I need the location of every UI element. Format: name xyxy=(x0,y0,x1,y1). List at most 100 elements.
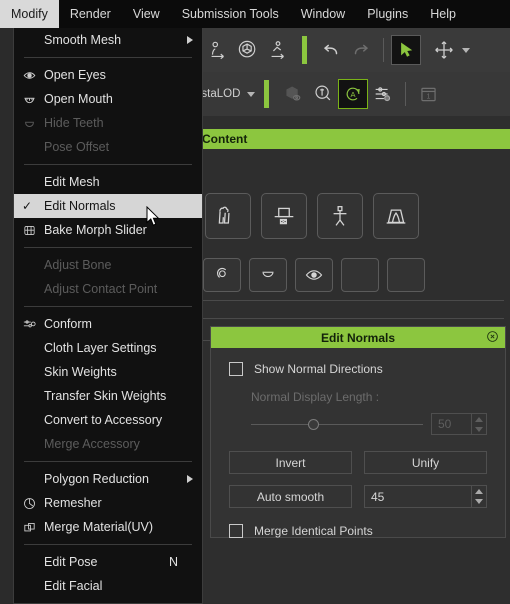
normal-display-length-spinner-arrows[interactable] xyxy=(471,414,486,434)
menu-item-label: Cloth Layer Settings xyxy=(44,341,157,355)
teeth-preset-icon[interactable] xyxy=(249,258,287,292)
normal-display-length-value: 50 xyxy=(438,417,452,431)
normals-action-row-1: Invert Unify xyxy=(229,451,487,474)
auto-smooth-button[interactable]: Auto smooth xyxy=(229,485,352,508)
menu-separator xyxy=(24,247,192,248)
menu-item-convert-to-accessory[interactable]: Convert to Accessory xyxy=(14,408,202,432)
menu-separator xyxy=(24,544,192,545)
menu-item-label: Edit Mesh xyxy=(44,175,100,189)
svg-text:1: 1 xyxy=(426,93,430,100)
menu-item-edit-mesh[interactable]: Edit Mesh xyxy=(14,170,202,194)
open-mouth-icon xyxy=(14,92,44,107)
modify-dropdown-menu: Smooth Mesh Open Eyes Open Mouth Hide Teeth… xyxy=(13,28,203,604)
menu-item-label: Merge Accessory xyxy=(44,437,140,451)
settings-sliders-icon[interactable] xyxy=(368,79,398,109)
unify-button[interactable]: Unify xyxy=(364,451,487,474)
undo-icon[interactable] xyxy=(316,35,346,65)
menu-item-label: Hide Teeth xyxy=(44,116,104,130)
menu-item-edit-pose[interactable]: Edit Pose N xyxy=(14,550,202,574)
menubar-item-window[interactable]: Window xyxy=(290,0,356,28)
move-tool-dropdown-caret[interactable] xyxy=(462,47,470,53)
object-transform-icon[interactable] xyxy=(233,35,263,65)
svg-text:A: A xyxy=(351,90,356,99)
content-header-bar: Content xyxy=(195,129,510,149)
eye-icon xyxy=(14,68,44,83)
spinner-up-arrow-icon[interactable] xyxy=(475,416,483,422)
menubar-item-help[interactable]: Help xyxy=(419,0,467,28)
menu-item-label: Remesher xyxy=(44,496,102,510)
menu-item-open-eyes[interactable]: Open Eyes xyxy=(14,63,202,87)
hide-object-icon[interactable] xyxy=(278,79,308,109)
menu-separator xyxy=(24,164,192,165)
conform-icon xyxy=(14,317,44,332)
instalod-dropdown-caret[interactable] xyxy=(247,91,256,97)
menu-item-smooth-mesh[interactable]: Smooth Mesh xyxy=(14,28,202,52)
hair-preset-icon[interactable] xyxy=(203,258,241,292)
figure-preset-icon[interactable] xyxy=(317,193,363,239)
normal-display-length-spinner[interactable]: 50 xyxy=(431,413,487,435)
menubar-item-view[interactable]: View xyxy=(122,0,171,28)
menu-item-polygon-reduction[interactable]: Polygon Reduction xyxy=(14,467,202,491)
close-circle-icon[interactable] xyxy=(486,330,499,346)
menu-item-label: Conform xyxy=(44,317,92,331)
check-icon: ✓ xyxy=(22,199,33,213)
menu-item-pose-offset: Pose Offset xyxy=(14,135,202,159)
invert-button[interactable]: Invert xyxy=(229,451,352,474)
menubar-item-render[interactable]: Render xyxy=(59,0,122,28)
auto-smooth-spinner-arrows[interactable] xyxy=(471,486,486,507)
normal-display-length-slider[interactable] xyxy=(251,418,423,430)
menu-item-transfer-skin-weights[interactable]: Transfer Skin Weights xyxy=(14,384,202,408)
spinner-down-arrow-icon[interactable] xyxy=(475,426,483,432)
menubar-item-submission-tools[interactable]: Submission Tools xyxy=(171,0,290,28)
menu-separator xyxy=(24,306,192,307)
menu-item-shortcut: N xyxy=(168,555,178,569)
menu-item-merge-material-uv[interactable]: Merge Material(UV) xyxy=(14,515,202,539)
teeth-icon xyxy=(14,116,44,131)
menu-item-edit-facial[interactable]: Edit Facial xyxy=(14,574,202,598)
stage-preset-icon[interactable] xyxy=(373,193,419,239)
menu-item-cloth-layer-settings[interactable]: Cloth Layer Settings xyxy=(14,336,202,360)
menu-item-label: Transfer Skin Weights xyxy=(44,389,167,403)
eye-preset-icon[interactable] xyxy=(295,258,333,292)
angle-spinner-up-arrow-icon[interactable] xyxy=(475,488,483,494)
menubar-item-modify[interactable]: Modify xyxy=(0,0,59,28)
menu-item-bake-morph-slider[interactable]: Bake Morph Slider xyxy=(14,218,202,242)
zoom-select-icon[interactable] xyxy=(308,79,338,109)
menubar-item-plugins[interactable]: Plugins xyxy=(356,0,419,28)
panel-divider-1 xyxy=(201,300,504,301)
hat-preset-icon[interactable] xyxy=(261,193,307,239)
explorer-icon[interactable]: 1 xyxy=(413,79,443,109)
edit-normals-panel-body: Show Normal Directions Normal Display Le… xyxy=(211,348,505,538)
cloth-preset-icon[interactable] xyxy=(205,193,251,239)
merge-identical-points-checkbox[interactable] xyxy=(229,524,243,538)
show-normal-directions-row[interactable]: Show Normal Directions xyxy=(229,362,487,376)
normals-action-row-2: Auto smooth 45 xyxy=(229,485,487,508)
auto-smooth-angle-value[interactable]: 45 xyxy=(365,490,471,504)
menu-item-edit-normals[interactable]: ✓ Edit Normals xyxy=(14,194,202,218)
menu-item-merge-accessory: Merge Accessory xyxy=(14,432,202,456)
blank-preset-icon[interactable] xyxy=(341,258,379,292)
toolbar-divider xyxy=(383,38,384,62)
menu-item-remesher[interactable]: Remesher xyxy=(14,491,202,515)
select-arrow-icon[interactable] xyxy=(391,35,421,65)
menu-item-label: Edit Facial xyxy=(44,579,103,593)
merge-identical-points-row[interactable]: Merge Identical Points xyxy=(229,524,487,538)
animation-transform-icon[interactable] xyxy=(263,35,293,65)
content-preset-row-2 xyxy=(195,252,510,298)
pose-offset-icon[interactable] xyxy=(203,35,233,65)
angle-spinner-down-arrow-icon[interactable] xyxy=(475,499,483,505)
normal-display-length-slider-knob[interactable] xyxy=(307,418,319,430)
submenu-arrow-icon xyxy=(187,36,193,44)
menu-item-open-mouth[interactable]: Open Mouth xyxy=(14,87,202,111)
redo-icon[interactable] xyxy=(346,35,376,65)
submenu-arrow-icon xyxy=(187,475,193,483)
auto-smooth-angle-spinner[interactable]: 45 xyxy=(364,485,487,508)
normal-display-length-label: Normal Display Length : xyxy=(251,390,380,404)
menu-separator xyxy=(24,461,192,462)
blank2-preset-icon[interactable] xyxy=(387,258,425,292)
menu-item-conform[interactable]: Conform xyxy=(14,312,202,336)
move-tool-icon[interactable] xyxy=(429,35,459,65)
auto-rotate-icon[interactable]: A xyxy=(338,79,369,109)
show-normal-directions-checkbox[interactable] xyxy=(229,362,243,376)
menu-item-skin-weights[interactable]: Skin Weights xyxy=(14,360,202,384)
